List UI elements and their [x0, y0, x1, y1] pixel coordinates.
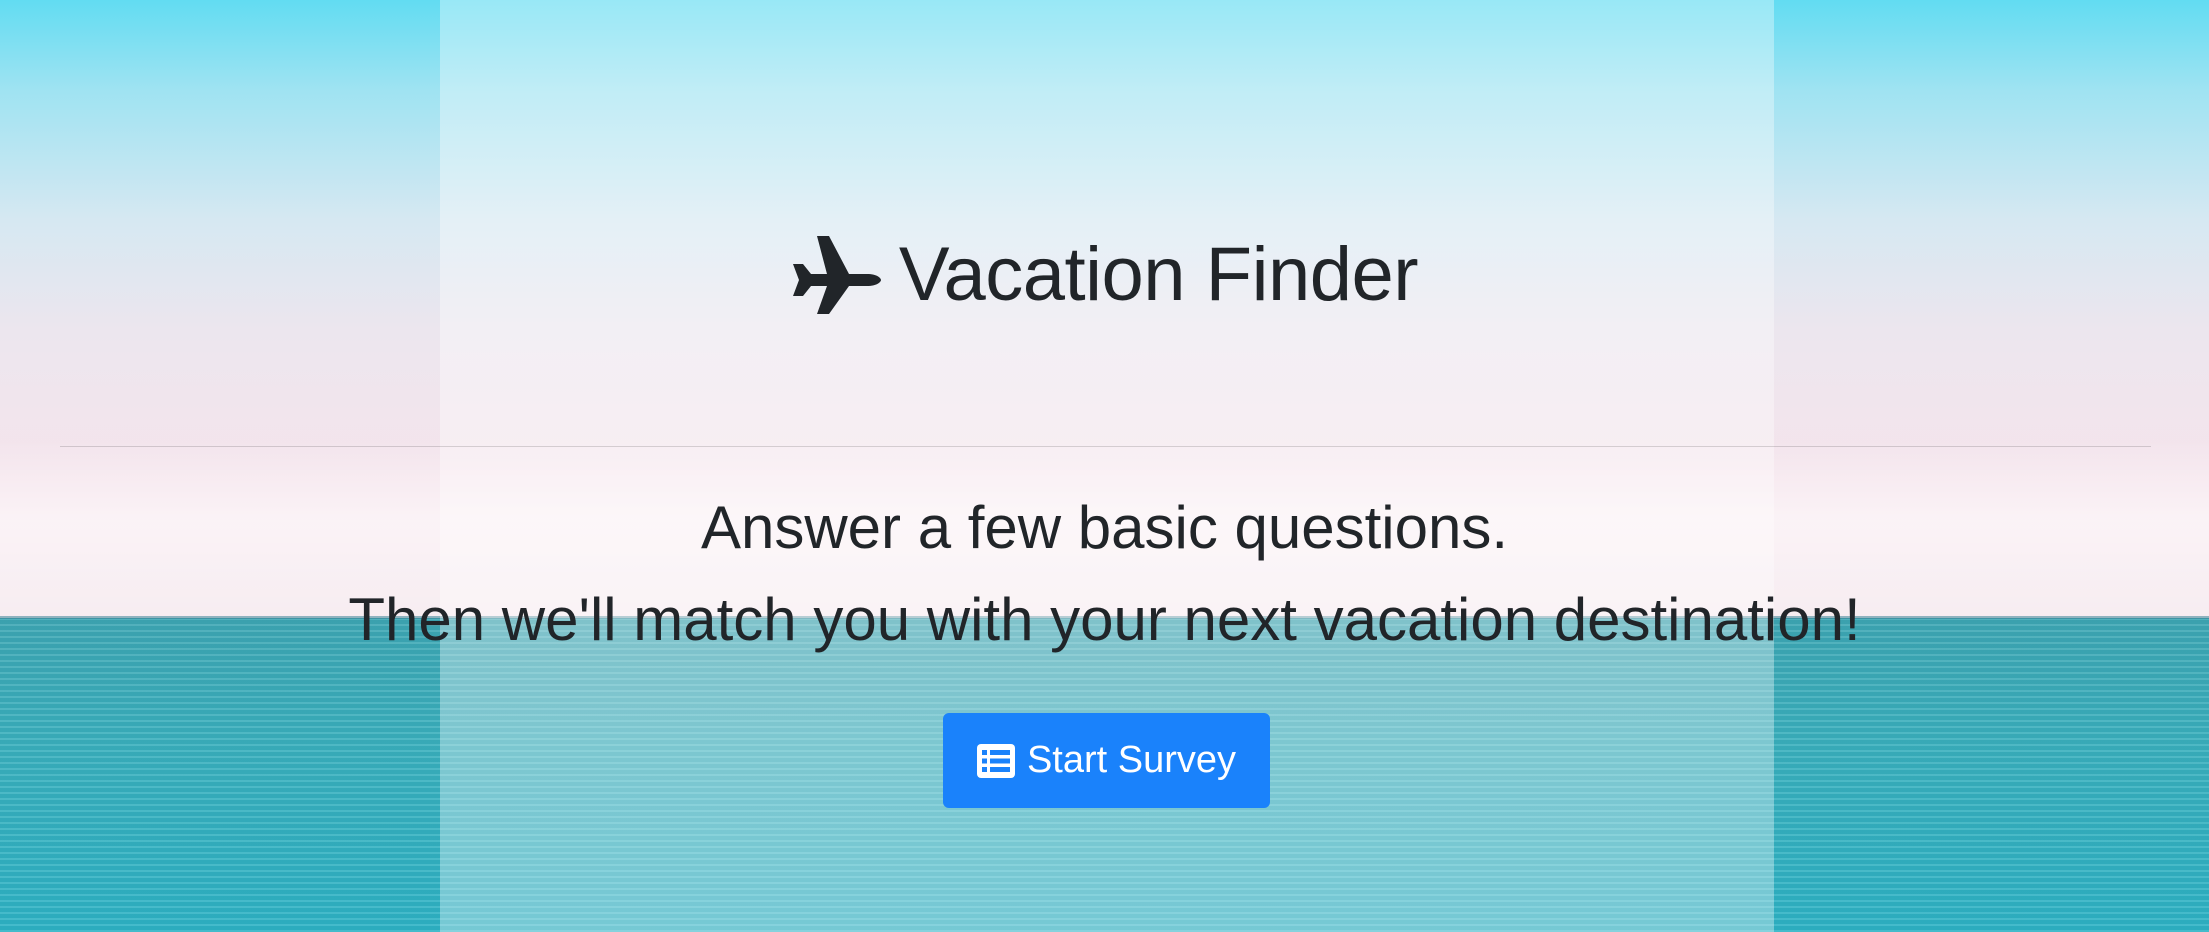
start-survey-button[interactable]: Start Survey [943, 713, 1270, 808]
start-survey-label: Start Survey [1026, 739, 1237, 781]
divider [60, 446, 2151, 447]
lead-text: Answer a few basic questions. Then we'll… [0, 482, 2209, 666]
lead-line-2: Then we'll match you with your next vaca… [348, 586, 1861, 653]
plane-icon [791, 234, 881, 316]
lead-line-1: Answer a few basic questions. [700, 494, 1509, 561]
list-icon [976, 743, 1015, 778]
page-title: Vacation Finder [898, 232, 1419, 317]
page-header: Vacation Finder [0, 225, 2209, 325]
